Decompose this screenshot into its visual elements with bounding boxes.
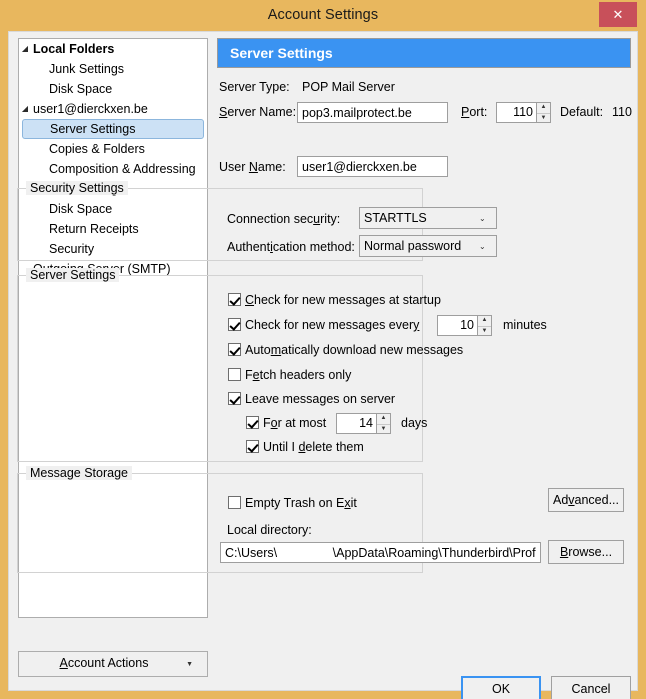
message-storage-title: Message Storage — [26, 466, 132, 480]
sidebar-item-label: user1@dierckxen.be — [33, 102, 148, 116]
browse-button[interactable]: Browse... — [548, 540, 624, 564]
check-interval-spin-up[interactable]: ▲ — [478, 316, 491, 326]
check-every-unit: minutes — [503, 318, 547, 332]
for-at-most-stepper[interactable]: 14 ▲ ▼ — [336, 413, 391, 434]
auth-method-select[interactable]: Normal password — [359, 235, 497, 257]
title-bar: Account Settings ✕ — [0, 0, 646, 31]
port-spin-buttons[interactable]: ▲ ▼ — [537, 102, 551, 123]
server-name-label: Server Name: — [219, 105, 297, 119]
fetch-headers-label: Fetch headers only — [245, 368, 352, 382]
twisty-expanded-icon[interactable]: ◢ — [19, 39, 31, 59]
default-port-value: 110 — [612, 105, 632, 119]
sidebar-item-copies-folders[interactable]: Copies & Folders — [19, 139, 207, 159]
window-title: Account Settings — [267, 7, 379, 23]
default-port-label: Default: — [560, 105, 604, 119]
until-delete-label: Until I delete them — [263, 440, 364, 454]
sidebar-item-label: Copies & Folders — [49, 142, 145, 156]
local-directory-input[interactable] — [220, 542, 541, 563]
sidebar-item-disk-space[interactable]: Disk Space — [19, 79, 207, 99]
accel-a: A — [59, 656, 68, 670]
advanced-button-label: Advanced... — [552, 493, 620, 507]
client-area: ◢ Local Folders Junk Settings Disk Space ◢ us… — [8, 31, 638, 699]
port-spin-down[interactable]: ▼ — [537, 112, 550, 123]
user-name-label: User Name: — [219, 160, 286, 174]
empty-trash-label: Empty Trash on Exit — [245, 496, 357, 510]
check-interval-value[interactable]: 10 — [437, 315, 478, 336]
for-at-most-spin-down[interactable]: ▼ — [377, 423, 390, 434]
for-at-most-spin-up[interactable]: ▲ — [377, 414, 390, 424]
leave-messages-checkbox[interactable] — [228, 392, 241, 405]
sidebar-item-label: Composition & Addressing — [49, 162, 196, 176]
check-interval-spin-buttons[interactable]: ▲ ▼ — [478, 315, 492, 336]
port-label: Port: — [461, 105, 488, 119]
server-type-label: Server Type: — [219, 80, 290, 94]
cancel-button[interactable]: Cancel — [551, 676, 631, 699]
chevron-down-icon: ▼ — [186, 661, 193, 668]
cancel-button-label: Cancel — [571, 682, 611, 696]
check-interval-stepper[interactable]: 10 ▲ ▼ — [437, 315, 492, 336]
sidebar-item-user1-dierckxen-be[interactable]: ◢ user1@dierckxen.be — [19, 99, 207, 119]
port-spin-up[interactable]: ▲ — [537, 103, 550, 113]
user-name-row: User Name: — [219, 160, 286, 174]
check-interval-spin-down[interactable]: ▼ — [478, 325, 491, 336]
auto-download-label: Automatically download new messages — [245, 343, 464, 357]
fetch-headers-checkbox[interactable] — [228, 368, 241, 381]
port-value[interactable]: 110 — [496, 102, 537, 123]
sidebar-item-server-settings[interactable]: Server Settings — [22, 119, 204, 139]
twisty-expanded-icon[interactable]: ◢ — [19, 99, 31, 119]
for-at-most-unit: days — [401, 416, 428, 430]
check-startup-checkbox[interactable] — [228, 293, 241, 306]
port-stepper[interactable]: 110 ▲ ▼ — [496, 102, 551, 123]
for-at-most-spin-buttons[interactable]: ▲ ▼ — [377, 413, 391, 434]
security-settings-title: Security Settings — [26, 181, 128, 195]
auth-method-label: Authentication method: — [227, 240, 355, 254]
advanced-button[interactable]: Advanced... — [548, 488, 624, 512]
account-settings-window: Account Settings ✕ ◢ Local Folders Junk Se… — [0, 0, 646, 699]
server-type-value: POP Mail Server — [302, 80, 395, 94]
check-every-label: Check for new messages every — [245, 318, 420, 332]
connection-security-label: Connection security: — [227, 212, 341, 226]
sidebar-item-label: Junk Settings — [49, 62, 125, 76]
server-type-row: Server Type: POP Mail Server — [219, 80, 395, 94]
connection-security-select[interactable]: STARTTLS — [359, 207, 497, 229]
ok-button-label: OK — [491, 682, 511, 696]
browse-button-label: Browse... — [559, 545, 613, 559]
for-at-most-value[interactable]: 14 — [336, 413, 377, 434]
empty-trash-checkbox[interactable] — [228, 496, 241, 509]
check-every-checkbox[interactable] — [228, 318, 241, 331]
server-name-input[interactable] — [297, 102, 448, 123]
close-icon[interactable]: ✕ — [599, 2, 637, 27]
page-title: Server Settings — [217, 38, 631, 68]
server-name-row: Server Name: — [219, 105, 296, 119]
for-at-most-checkbox[interactable] — [246, 416, 259, 429]
auto-download-checkbox[interactable] — [228, 343, 241, 356]
sidebar-item-label: Local Folders — [33, 42, 115, 56]
ok-button[interactable]: OK — [461, 676, 541, 699]
sidebar-item-local-folders[interactable]: ◢ Local Folders — [19, 39, 207, 59]
local-directory-label: Local directory: — [227, 523, 312, 537]
settings-pane: Server Settings — [217, 38, 631, 68]
until-delete-checkbox[interactable] — [246, 440, 259, 453]
sidebar-item-junk-settings[interactable]: Junk Settings — [19, 59, 207, 79]
for-at-most-label: For at most — [263, 416, 327, 430]
account-actions-label: Account Actions — [59, 656, 149, 670]
sidebar-item-label: Server Settings — [50, 122, 136, 136]
sidebar-item-label: Disk Space — [49, 82, 113, 96]
sidebar-item-composition-addressing[interactable]: Composition & Addressing — [19, 159, 207, 179]
leave-messages-label: Leave messages on server — [245, 392, 396, 406]
user-name-input[interactable] — [297, 156, 448, 177]
account-actions-button[interactable]: Account Actions ▼ — [18, 651, 208, 677]
server-settings-title: Server Settings — [26, 268, 120, 282]
check-startup-label: Check for new messages at startup — [245, 293, 441, 307]
